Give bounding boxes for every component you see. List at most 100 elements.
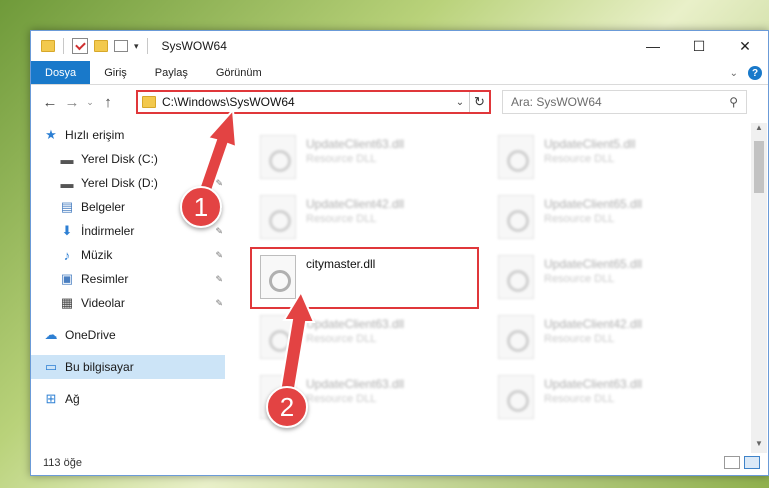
- pin-icon[interactable]: ✎: [215, 274, 223, 285]
- file-item[interactable]: UpdateClient63.dll Resource DLL: [490, 369, 715, 427]
- file-item[interactable]: citymaster.dll: [250, 247, 479, 309]
- customize-toolbar-dropdown[interactable]: ▾: [134, 41, 139, 52]
- sidebar-item-label: Müzik: [81, 248, 113, 262]
- window-controls: — ☐ ✕: [630, 31, 768, 61]
- dll-file-icon: [498, 315, 534, 359]
- sidebar-item-yerel-disk-c-[interactable]: ▬ Yerel Disk (C:) ✎: [31, 147, 225, 171]
- file-meta: UpdateClient65.dll Resource DLL: [544, 249, 642, 307]
- sidebar-item-label: Belgeler: [81, 200, 126, 214]
- address-bar[interactable]: C:\Windows\SysWOW64 ⌄ ↻: [136, 90, 491, 114]
- pin-icon[interactable]: ✎: [215, 178, 223, 189]
- dll-file-icon: [498, 375, 534, 419]
- video-icon: ▦: [60, 295, 74, 310]
- scroll-thumb[interactable]: [754, 141, 764, 193]
- file-item[interactable]: UpdateClient5.dll Resource DLL: [490, 129, 715, 187]
- help-icon[interactable]: ?: [748, 66, 762, 80]
- file-item[interactable]: UpdateClient42.dll Resource DLL: [490, 309, 715, 367]
- close-button[interactable]: ✕: [722, 31, 768, 61]
- rename-icon[interactable]: [114, 40, 128, 52]
- minimize-button[interactable]: —: [630, 31, 676, 61]
- vertical-scrollbar[interactable]: ▲ ▼: [751, 123, 767, 453]
- pin-icon[interactable]: ✎: [215, 298, 223, 309]
- address-path[interactable]: C:\Windows\SysWOW64: [162, 95, 451, 109]
- file-item[interactable]: UpdateClient63.dll Resource DLL: [252, 129, 477, 187]
- properties-icon[interactable]: [72, 38, 88, 54]
- file-type: Resource DLL: [544, 213, 615, 225]
- sidebar-item-label: Ağ: [65, 392, 80, 406]
- dll-file-icon: [498, 255, 534, 299]
- drive-icon: ▬: [60, 151, 74, 167]
- sidebar-item-videolar[interactable]: ▦ Videolar ✎: [31, 291, 225, 315]
- cloud-icon: ☁: [44, 327, 58, 342]
- dll-file-icon: [260, 135, 296, 179]
- divider: [146, 38, 148, 54]
- refresh-icon[interactable]: ↻: [469, 92, 489, 112]
- dll-file-icon: [260, 315, 296, 359]
- file-item[interactable]: UpdateClient65.dll Resource DLL: [490, 189, 715, 247]
- file-name: UpdateClient65.dll: [544, 257, 643, 271]
- view-switcher: [724, 456, 760, 469]
- file-name: UpdateClient42.dll: [306, 197, 405, 211]
- file-type: Resource DLL: [306, 393, 377, 405]
- pin-icon[interactable]: ✎: [215, 250, 223, 261]
- sidebar-item-label: Bu bilgisayar: [65, 360, 134, 374]
- file-type: Resource DLL: [544, 273, 615, 285]
- sidebar-item-resimler[interactable]: ▣ Resimler ✎: [31, 267, 225, 291]
- navigation-bar: ← → ⌄ ↑ C:\Windows\SysWOW64 ⌄ ↻ Ara: Sys…: [31, 88, 768, 116]
- tab-view[interactable]: Görünüm: [202, 61, 276, 84]
- file-type: Resource DLL: [306, 213, 377, 225]
- new-folder-icon[interactable]: [94, 40, 108, 52]
- sidebar-item-label: Yerel Disk (D:): [81, 176, 158, 190]
- large-icons-view-icon[interactable]: [744, 456, 760, 469]
- sidebar-item-label: Videolar: [81, 296, 125, 310]
- up-arrow-icon[interactable]: ↑: [97, 94, 119, 111]
- dll-file-icon: [498, 135, 534, 179]
- title-bar: ▾ SysWOW64 — ☐ ✕: [31, 31, 768, 61]
- sidebar-item-label: İndirmeler: [81, 224, 135, 238]
- file-name: UpdateClient63.dll: [306, 317, 405, 331]
- folder-icon: [142, 96, 156, 108]
- recent-locations-icon[interactable]: ⌄: [83, 97, 97, 108]
- tab-home[interactable]: Giriş: [90, 61, 141, 84]
- forward-arrow-icon[interactable]: →: [61, 94, 83, 111]
- file-item[interactable]: UpdateClient63.dll Resource DLL: [252, 309, 477, 367]
- maximize-button[interactable]: ☐: [676, 31, 722, 61]
- sidebar-item-label: OneDrive: [65, 328, 116, 342]
- tab-file[interactable]: Dosya: [31, 61, 91, 84]
- sidebar-item-onedrive[interactable]: ☁ OneDrive: [31, 323, 225, 347]
- search-input[interactable]: Ara: SysWOW64 ⚲: [502, 90, 747, 114]
- file-meta: UpdateClient63.dll Resource DLL: [544, 369, 642, 427]
- sidebar-item-hızlı-erişim[interactable]: ★ Hızlı erişim: [31, 123, 225, 147]
- file-name: UpdateClient63.dll: [306, 377, 405, 391]
- details-view-icon[interactable]: [724, 456, 740, 469]
- music-icon: ♪: [63, 247, 71, 263]
- quick-access-toolbar: ▾ SysWOW64: [31, 31, 227, 61]
- file-meta: UpdateClient5.dll Resource DLL: [544, 129, 635, 187]
- window-title: SysWOW64: [161, 39, 227, 53]
- explorer-window: ▾ SysWOW64 — ☐ ✕ Dosya Giriş Paylaş Görü…: [30, 30, 769, 476]
- divider: [63, 38, 64, 54]
- scroll-up-icon[interactable]: ▲: [751, 123, 767, 137]
- chevron-down-icon[interactable]: ⌄: [730, 68, 738, 79]
- callout-1: 1: [180, 186, 222, 228]
- sidebar-item-ağ[interactable]: ⊞ Ağ: [31, 387, 225, 411]
- tab-share[interactable]: Paylaş: [141, 61, 202, 84]
- file-item[interactable]: UpdateClient42.dll Resource DLL: [252, 189, 477, 247]
- pin-icon[interactable]: ✎: [215, 154, 223, 165]
- folder-icon: [41, 40, 55, 52]
- file-name: citymaster.dll: [306, 257, 376, 271]
- pin-icon[interactable]: ✎: [215, 226, 223, 237]
- sidebar-item-müzik[interactable]: ♪ Müzik ✎: [31, 243, 225, 267]
- file-type: Resource DLL: [306, 333, 377, 345]
- file-name: UpdateClient42.dll: [544, 317, 643, 331]
- file-item[interactable]: UpdateClient65.dll Resource DLL: [490, 249, 715, 307]
- dll-file-icon: [498, 195, 534, 239]
- sidebar-item-bu-bilgisayar[interactable]: ▭ Bu bilgisayar: [31, 355, 225, 379]
- file-name: UpdateClient63.dll: [544, 377, 643, 391]
- file-type: Resource DLL: [544, 333, 615, 345]
- chevron-down-icon[interactable]: ⌄: [451, 97, 469, 108]
- back-arrow-icon[interactable]: ←: [39, 94, 61, 111]
- item-count: 113 öğe: [43, 457, 82, 469]
